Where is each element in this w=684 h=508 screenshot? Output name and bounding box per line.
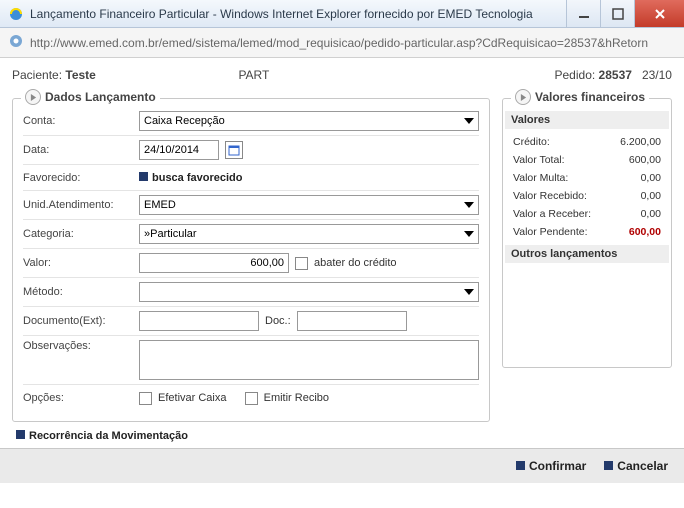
value-row: Crédito:6.200,00 (513, 133, 661, 151)
header-date-frag: 23/10 (642, 68, 672, 82)
doc-input[interactable] (297, 311, 407, 331)
conta-label: Conta: (23, 115, 133, 127)
valores-section-title: Valores (505, 111, 669, 129)
paciente-label: Paciente: (12, 68, 62, 82)
url-text[interactable]: http://www.emed.com.br/emed/sistema/leme… (30, 36, 676, 50)
busca-favorecido-button[interactable]: busca favorecido (139, 172, 242, 184)
value-row: Valor a Receber:0,00 (513, 205, 661, 223)
calendar-icon[interactable] (225, 141, 243, 159)
data-input[interactable] (139, 140, 219, 160)
maximize-button[interactable] (600, 0, 634, 27)
docext-input[interactable] (139, 311, 259, 331)
favorecido-label: Favorecido: (23, 172, 133, 184)
minimize-button[interactable] (566, 0, 600, 27)
valor-input[interactable] (139, 253, 289, 273)
pedido-label: Pedido: (555, 68, 596, 82)
window-titlebar: Lançamento Financeiro Particular - Windo… (0, 0, 684, 28)
emitir-checkbox[interactable] (245, 392, 258, 405)
categoria-select[interactable]: »Particular (139, 224, 479, 244)
efetivar-label: Efetivar Caixa (158, 392, 226, 404)
abater-label: abater do crédito (314, 257, 397, 269)
dados-panel: Dados Lançamento Conta: Caixa Recepção D… (12, 98, 490, 422)
obs-textarea[interactable] (139, 340, 479, 380)
unid-select[interactable]: EMED (139, 195, 479, 215)
outros-section-title: Outros lançamentos (505, 245, 669, 263)
valores-title: Valores financeiros (535, 90, 645, 104)
efetivar-checkbox[interactable] (139, 392, 152, 405)
value-row: Valor Recebido:0,00 (513, 187, 661, 205)
opcoes-label: Opções: (23, 392, 133, 404)
page-header: Paciente: Teste PART Pedido: 28537 23/10 (0, 58, 684, 90)
value-row: Valor Pendente:600,00 (513, 223, 661, 241)
docext-label: Documento(Ext): (23, 315, 133, 327)
data-label: Data: (23, 144, 133, 156)
address-bar: http://www.emed.com.br/emed/sistema/leme… (0, 28, 684, 58)
categoria-label: Categoria: (23, 228, 133, 240)
confirmar-button[interactable]: Confirmar (516, 459, 586, 473)
ie-icon (8, 6, 24, 22)
play-icon (25, 89, 41, 105)
pedido-value: 28537 (599, 68, 632, 82)
metodo-label: Método: (23, 286, 133, 298)
site-icon (8, 33, 24, 52)
value-row: Valor Total:600,00 (513, 151, 661, 169)
paciente-value: Teste (65, 68, 95, 82)
abater-checkbox[interactable] (295, 257, 308, 270)
unid-label: Unid.Atendimento: (23, 199, 133, 211)
cancelar-button[interactable]: Cancelar (604, 459, 668, 473)
emitir-label: Emitir Recibo (264, 392, 329, 404)
obs-label: Observações: (23, 340, 133, 352)
recorrencia-button[interactable]: Recorrência da Movimentação (16, 430, 188, 442)
dados-title: Dados Lançamento (45, 90, 156, 104)
header-mid: PART (238, 68, 269, 82)
valor-label: Valor: (23, 257, 133, 269)
footer: Confirmar Cancelar (0, 448, 684, 483)
conta-select[interactable]: Caixa Recepção (139, 111, 479, 131)
valores-panel: Valores financeiros Valores Crédito:6.20… (502, 98, 672, 368)
doc-label: Doc.: (265, 315, 291, 327)
window-title: Lançamento Financeiro Particular - Windo… (30, 7, 566, 21)
play-icon (515, 89, 531, 105)
value-row: Valor Multa:0,00 (513, 169, 661, 187)
metodo-select[interactable] (139, 282, 479, 302)
close-button[interactable] (634, 0, 684, 27)
